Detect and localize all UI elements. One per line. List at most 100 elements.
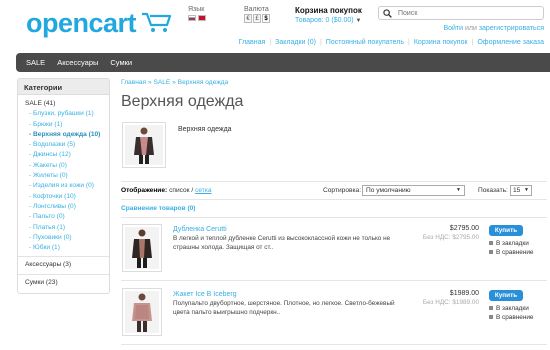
category-item[interactable]: - Жилеты (0) — [25, 171, 102, 181]
compare-link[interactable]: Сравнение товаров (0) — [121, 205, 196, 212]
compare-add-link[interactable]: В сравнение — [489, 314, 533, 323]
category-item[interactable]: - Кофточки (10) — [25, 192, 102, 202]
category-list: SALE (41) - Блузки, рубашки (1) - Брюки … — [18, 95, 109, 292]
product-name[interactable]: Дубленка Cerutti — [173, 226, 227, 233]
display-switch: Отображение: список / сетка — [121, 187, 212, 194]
category-sidebar: Категории SALE (41) - Блузки, рубашки (1… — [17, 78, 110, 294]
divider — [121, 199, 547, 200]
buy-button[interactable]: Купить — [489, 290, 523, 301]
sort-select[interactable]: По умолчанию ▼ — [362, 185, 465, 196]
flag-ru-icon[interactable] — [188, 15, 196, 21]
store-logo[interactable]: opencart — [26, 8, 137, 39]
category-accessories[interactable]: Аксессуары (3) — [25, 260, 102, 270]
category-description: Верхняя одежда — [178, 126, 232, 133]
limit-label: Показать: — [478, 187, 508, 194]
language-label: Язык — [188, 6, 205, 13]
category-item[interactable]: - Жакеты (0) — [25, 161, 102, 171]
category-item[interactable]: - Лонгсливы (0) — [25, 202, 102, 212]
cart-logo-icon — [142, 12, 172, 32]
divider — [121, 280, 547, 281]
cart-summary[interactable]: Товаров: 0 ($0.00) ▼ — [295, 17, 361, 24]
top-link-home[interactable]: Главная — [239, 39, 266, 46]
or-text: или — [463, 25, 479, 32]
currency-label: Валюта — [244, 6, 269, 13]
main-menu: SALE Аксессуары Сумки — [16, 53, 550, 72]
product-price-tax: Без НДС: $1989.00 — [422, 299, 479, 306]
compare-add-link[interactable]: В сравнение — [489, 249, 533, 258]
breadcrumb-home[interactable]: Главная — [121, 79, 146, 86]
bullet-icon — [489, 315, 493, 320]
category-item[interactable]: - Блузки, рубашки (1) — [25, 109, 102, 119]
category-item[interactable]: - Брюки (1) — [25, 120, 102, 130]
search-box — [378, 6, 544, 20]
top-links: Главная | Закладки (0) | Постоянный покупа… — [238, 39, 544, 46]
product-toolbar: Отображение: список / сетка Сортировка: … — [121, 185, 547, 197]
top-link-checkout[interactable]: Оформление заказа — [477, 39, 544, 46]
bullet-icon — [489, 250, 493, 255]
sidebar-divider — [18, 273, 109, 275]
sort-label: Сортировка: — [323, 187, 362, 194]
menu-item-bags[interactable]: Сумки — [110, 58, 132, 67]
category-item[interactable]: - Пальто (0) — [25, 212, 102, 222]
top-link-wishlist[interactable]: Закладки (0) — [275, 39, 316, 46]
language-switcher — [188, 15, 206, 21]
product-price: $1989.00 — [449, 290, 479, 297]
currency-euro-button[interactable]: € — [244, 14, 252, 23]
register-link[interactable]: зарегистрироваться — [479, 25, 544, 32]
category-item[interactable]: - Пуховики (0) — [25, 233, 102, 243]
category-item[interactable]: - Водолазки (5) — [25, 140, 102, 150]
currency-pound-button[interactable]: £ — [253, 14, 261, 23]
category-item[interactable]: - Юбки (1) — [25, 243, 102, 253]
category-item-active[interactable]: - Верхняя одежда (10) — [25, 130, 102, 140]
product-image[interactable] — [122, 288, 162, 336]
compare-add-label[interactable]: В сравнение — [496, 249, 533, 256]
display-grid-link[interactable]: сетка — [195, 187, 211, 194]
bullet-icon — [489, 241, 493, 246]
flag-en-icon[interactable] — [198, 15, 206, 21]
display-label: Отображение: — [121, 187, 168, 194]
top-link-account[interactable]: Постоянный покупатель — [326, 39, 404, 46]
coat-image-icon — [125, 227, 159, 269]
compare-add-label[interactable]: В сравнение — [496, 314, 533, 321]
limit-select[interactable]: 15 ▼ — [510, 185, 532, 196]
category-sale[interactable]: SALE (41) — [25, 99, 102, 109]
top-link-cart[interactable]: Корзина покупок — [414, 39, 468, 46]
menu-item-sale[interactable]: SALE — [26, 58, 45, 67]
breadcrumb-separator: » — [170, 79, 178, 86]
menu-item-accessories[interactable]: Аксессуары — [57, 58, 98, 67]
display-list: список — [169, 187, 190, 194]
currency-switcher: € £ $ — [244, 14, 270, 23]
cart-title[interactable]: Корзина покупок — [295, 6, 362, 15]
category-item[interactable]: - Изделия из кожи (0) — [25, 181, 102, 191]
cart-summary-text[interactable]: Товаров: 0 ($0.00) — [295, 17, 354, 24]
breadcrumb-current[interactable]: Верхняя одежда — [178, 79, 228, 86]
product-name[interactable]: Жакет Ice B Iceberg — [173, 291, 237, 298]
breadcrumb-sale[interactable]: SALE — [153, 79, 170, 86]
wishlist-label[interactable]: В закладки — [496, 240, 529, 247]
sidebar-divider — [18, 256, 109, 258]
buy-button[interactable]: Купить — [489, 225, 523, 236]
product-price-tax: Без НДС: $2795.00 — [422, 234, 479, 241]
welcome-text: Войти или зарегистрироваться — [443, 25, 544, 32]
category-item[interactable]: - Платья (1) — [25, 223, 102, 233]
wishlist-label[interactable]: В закладки — [496, 305, 529, 312]
search-input[interactable] — [398, 9, 538, 17]
wishlist-link[interactable]: В закладки — [489, 305, 529, 314]
bullet-icon — [489, 306, 493, 311]
login-link[interactable]: Войти — [443, 25, 463, 32]
breadcrumb: Главная » SALE » Верхняя одежда — [121, 79, 228, 86]
category-bags[interactable]: Сумки (23) — [25, 278, 102, 288]
divider — [121, 217, 547, 218]
product-image[interactable] — [122, 224, 162, 272]
search-icon[interactable] — [383, 8, 392, 18]
coat-image-icon — [125, 125, 163, 165]
sidebar-title: Категории — [18, 79, 109, 95]
chevron-down-icon: ▼ — [524, 187, 529, 193]
wishlist-link[interactable]: В закладки — [489, 240, 529, 249]
category-item[interactable]: - Джинсы (12) — [25, 150, 102, 160]
currency-dollar-button[interactable]: $ — [262, 14, 270, 23]
category-image — [122, 122, 166, 168]
chevron-down-icon[interactable]: ▼ — [356, 18, 362, 24]
sort-value: По умолчанию — [366, 187, 411, 194]
divider — [121, 181, 547, 182]
